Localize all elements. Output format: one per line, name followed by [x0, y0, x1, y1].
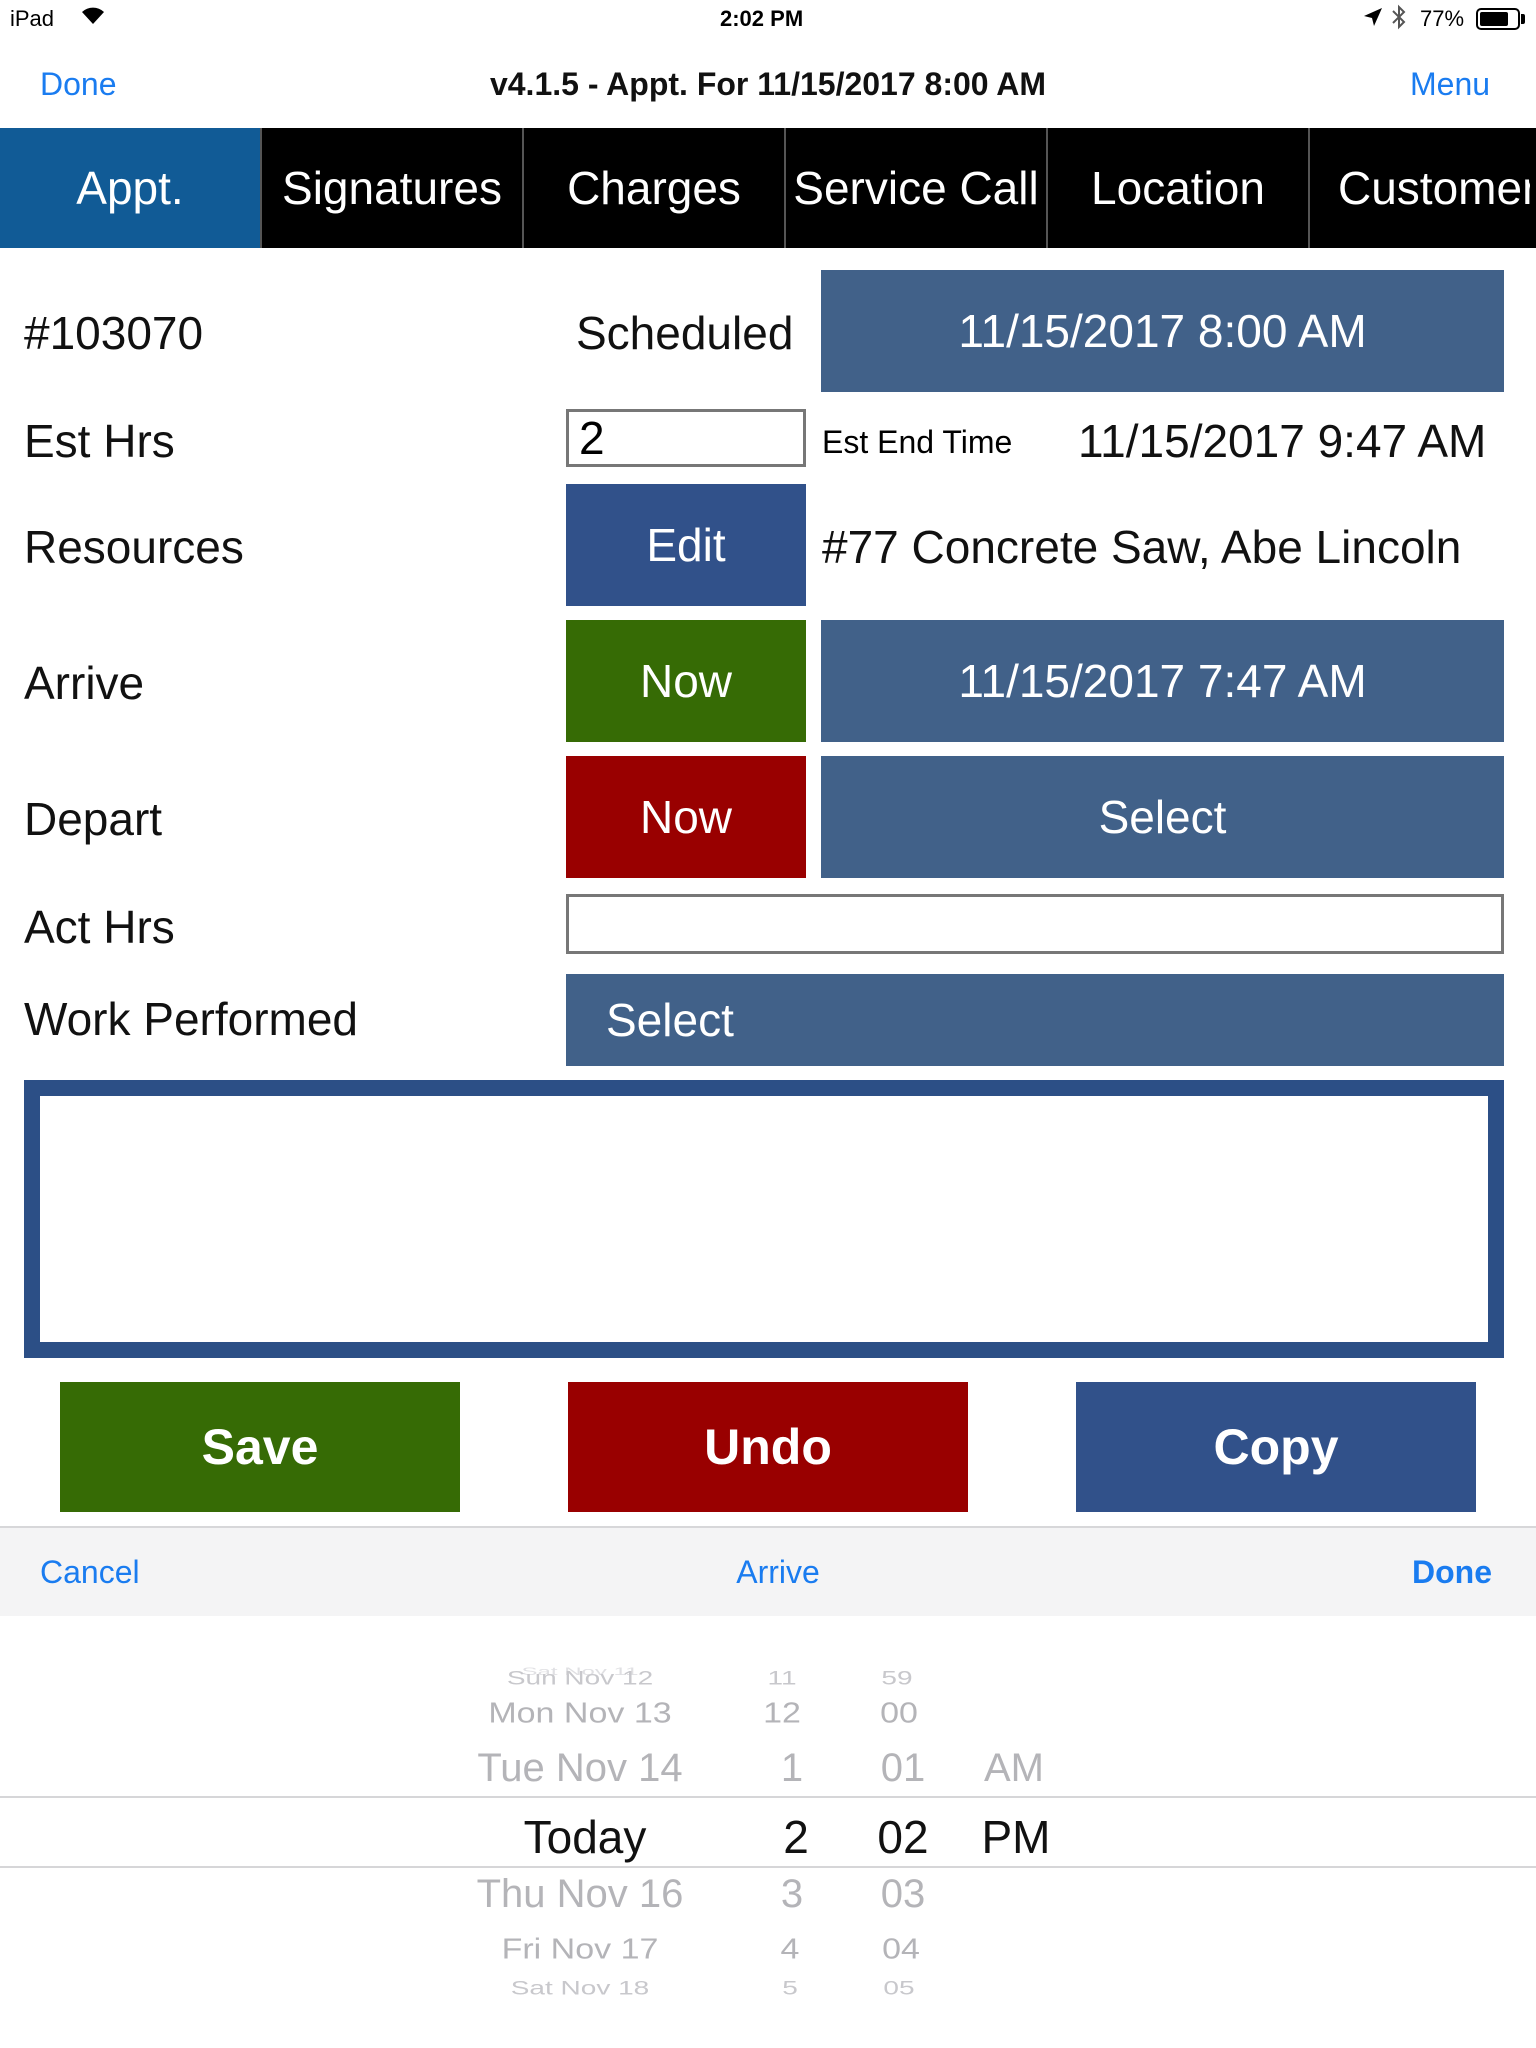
picker-hour-item[interactable]: 4 [760, 1933, 820, 1966]
picker-minute-item[interactable]: 00 [864, 1697, 934, 1730]
battery-percent: 77% [1420, 6, 1465, 31]
tab-location[interactable]: Location [1048, 128, 1310, 248]
resources-edit-button[interactable]: Edit [566, 484, 806, 606]
picker-hour-item[interactable]: 1 [762, 1746, 822, 1791]
depart-label: Depart [24, 793, 163, 845]
tab-appt[interactable]: Appt. [0, 128, 262, 248]
appt-number: #103070 [24, 307, 204, 359]
location-icon [1362, 6, 1384, 33]
picker-title: Arrive [736, 1554, 820, 1590]
bluetooth-icon [1390, 4, 1408, 35]
menu-button[interactable]: Menu [1410, 66, 1490, 103]
status-time: 2:02 PM [720, 6, 804, 31]
page-title: v4.1.5 - Appt. For 11/15/2017 8:00 AM [489, 66, 1047, 102]
copy-button[interactable]: Copy [1076, 1382, 1476, 1512]
act-hrs-label: Act Hrs [24, 901, 175, 953]
tab-bar: Appt. Signatures Charges Service Call Lo… [0, 128, 1536, 248]
picker-minute-item[interactable]: 04 [866, 1933, 936, 1966]
picker-selection-top [0, 1796, 1536, 1798]
picker-hour-item[interactable]: 5 [760, 1977, 820, 1999]
picker-date-selected[interactable]: Today [450, 1810, 720, 1864]
tab-charges[interactable]: Charges [524, 128, 786, 248]
picker-date-item[interactable]: Tue Nov 14 [450, 1746, 710, 1791]
picker-date-item[interactable]: Fri Nov 17 [450, 1933, 710, 1966]
depart-now-button[interactable]: Now [566, 756, 806, 878]
tab-customer[interactable]: Customer [1310, 128, 1530, 248]
device-label: iPad [10, 6, 55, 31]
picker-hour-selected[interactable]: 2 [766, 1810, 826, 1864]
est-hrs-input[interactable]: 2 [566, 409, 806, 467]
wifi-icon [80, 4, 106, 32]
notes-textarea[interactable] [24, 1080, 1504, 1358]
picker-ampm-selected[interactable]: PM [974, 1810, 1058, 1864]
tab-service-call[interactable]: Service Call [786, 128, 1048, 248]
picker-date-item[interactable]: Sat Nov 18 [450, 1977, 710, 1999]
picker-done-button[interactable]: Done [1412, 1554, 1492, 1591]
resources-label: Resources [24, 521, 244, 573]
picker-date-item[interactable]: Mon Nov 13 [450, 1697, 710, 1730]
est-end-time-label: Est End Time [822, 424, 1013, 460]
picker-hour-item[interactable]: 11 [752, 1667, 812, 1689]
battery-icon [1476, 8, 1520, 30]
picker-hour-item[interactable]: 3 [762, 1872, 822, 1917]
work-performed-label: Work Performed [24, 993, 359, 1045]
save-button[interactable]: Save [60, 1382, 460, 1512]
picker-minute-item[interactable]: 05 [864, 1977, 934, 1999]
scheduled-datetime-button[interactable]: 11/15/2017 8:00 AM [821, 270, 1504, 392]
est-end-time-value: 11/15/2017 9:47 AM [1078, 415, 1487, 467]
act-hrs-input[interactable] [566, 894, 1504, 954]
undo-button[interactable]: Undo [568, 1382, 968, 1512]
picker-date-item[interactable]: Thu Nov 16 [450, 1872, 710, 1917]
arrive-now-button[interactable]: Now [566, 620, 806, 742]
picker-ampm-item[interactable]: AM [974, 1746, 1054, 1791]
resources-value: #77 Concrete Saw, Abe Lincoln [822, 521, 1462, 573]
arrive-label: Arrive [24, 657, 145, 709]
arrive-datetime-button[interactable]: 11/15/2017 7:47 AM [821, 620, 1504, 742]
picker-minute-item[interactable]: 59 [862, 1667, 932, 1689]
picker-selection-bottom [0, 1866, 1536, 1868]
picker-minute-selected[interactable]: 02 [868, 1810, 938, 1864]
picker-hour-item[interactable]: 12 [752, 1697, 812, 1730]
depart-select-button[interactable]: Select [821, 756, 1504, 878]
picker-minute-item[interactable]: 03 [868, 1872, 938, 1917]
nav-done-button[interactable]: Done [40, 66, 117, 103]
est-hrs-label: Est Hrs [24, 415, 175, 467]
work-performed-select-button[interactable]: Select [566, 974, 1504, 1066]
picker-date-item[interactable]: Sun Nov 12 [450, 1667, 710, 1689]
picker-minute-item[interactable]: 01 [868, 1746, 938, 1791]
battery-tip [1521, 14, 1525, 24]
tab-signatures[interactable]: Signatures [262, 128, 524, 248]
scheduled-label: Scheduled [576, 307, 794, 359]
